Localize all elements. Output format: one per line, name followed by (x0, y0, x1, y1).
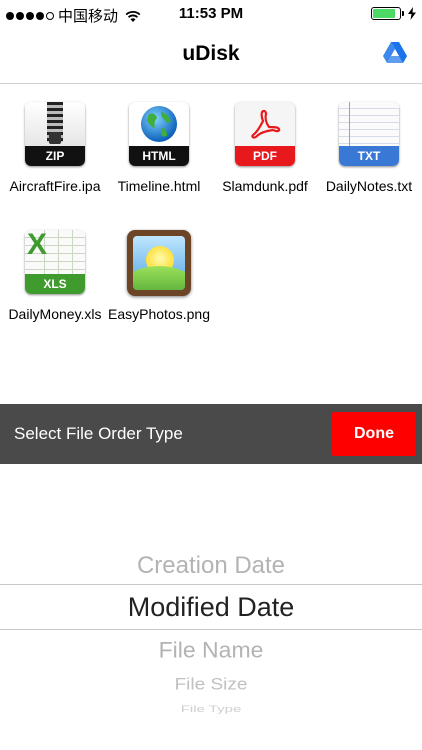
file-item-aircraftfire[interactable]: ZIP AircraftFire.ipa (0, 102, 110, 195)
picker-selection-top-line (0, 584, 422, 585)
txt-document-icon: TXT (335, 102, 403, 170)
battery-fill (373, 9, 396, 18)
file-name: Timeline.html (117, 178, 201, 194)
photo-image-icon (125, 230, 193, 298)
file-type-label: XLS (25, 274, 85, 294)
file-item-timeline[interactable]: HTML Timeline.html (104, 102, 214, 195)
file-name: Slamdunk.pdf (222, 178, 308, 194)
file-type-label: TXT (339, 146, 399, 166)
picker-selection-bottom-line (0, 629, 422, 630)
file-type-label: HTML (129, 146, 189, 166)
html-globe-icon: HTML (125, 102, 193, 170)
order-type-picker[interactable]: Creation Date Modified Date File Name Fi… (0, 464, 422, 750)
file-type-label: ZIP (25, 146, 85, 166)
file-item-easyphotos[interactable]: EasyPhotos.png (104, 230, 214, 323)
app-title: uDisk (182, 42, 240, 65)
battery-icon (371, 7, 401, 20)
file-name: DailyMoney.xls (8, 306, 102, 322)
status-bar: 中国移动 11:53 PM (0, 0, 422, 28)
pdf-document-icon: PDF (231, 102, 299, 170)
picker-option-file-size[interactable]: File Size (0, 676, 422, 695)
file-item-dailynotes[interactable]: TXT DailyNotes.txt (314, 102, 422, 195)
navigation-bar: uDisk (0, 28, 422, 84)
google-drive-icon[interactable] (382, 40, 408, 66)
file-name: DailyNotes.txt (325, 178, 413, 194)
file-name: AircraftFire.ipa (9, 178, 101, 194)
battery-indicator (371, 7, 416, 20)
charging-bolt-icon (408, 7, 416, 20)
picker-option-file-name[interactable]: File Name (0, 638, 422, 664)
file-type-label: PDF (235, 146, 295, 166)
zip-archive-icon: ZIP (21, 102, 89, 170)
file-item-slamdunk[interactable]: PDF Slamdunk.pdf (210, 102, 320, 195)
file-name: EasyPhotos.png (108, 306, 210, 322)
picker-option-file-type[interactable]: File Type (0, 704, 422, 714)
order-type-toolbar: Select File Order Type Done (0, 404, 422, 464)
xls-spreadsheet-icon: X XLS (21, 230, 89, 298)
status-time: 11:53 PM (178, 5, 244, 22)
done-button[interactable]: Done (332, 412, 416, 456)
picker-option-modified-date[interactable]: Modified Date (0, 592, 422, 623)
file-item-dailymoney[interactable]: X XLS DailyMoney.xls (0, 230, 110, 323)
toolbar-label: Select File Order Type (14, 424, 183, 443)
picker-option-creation-date[interactable]: Creation Date (0, 552, 422, 580)
